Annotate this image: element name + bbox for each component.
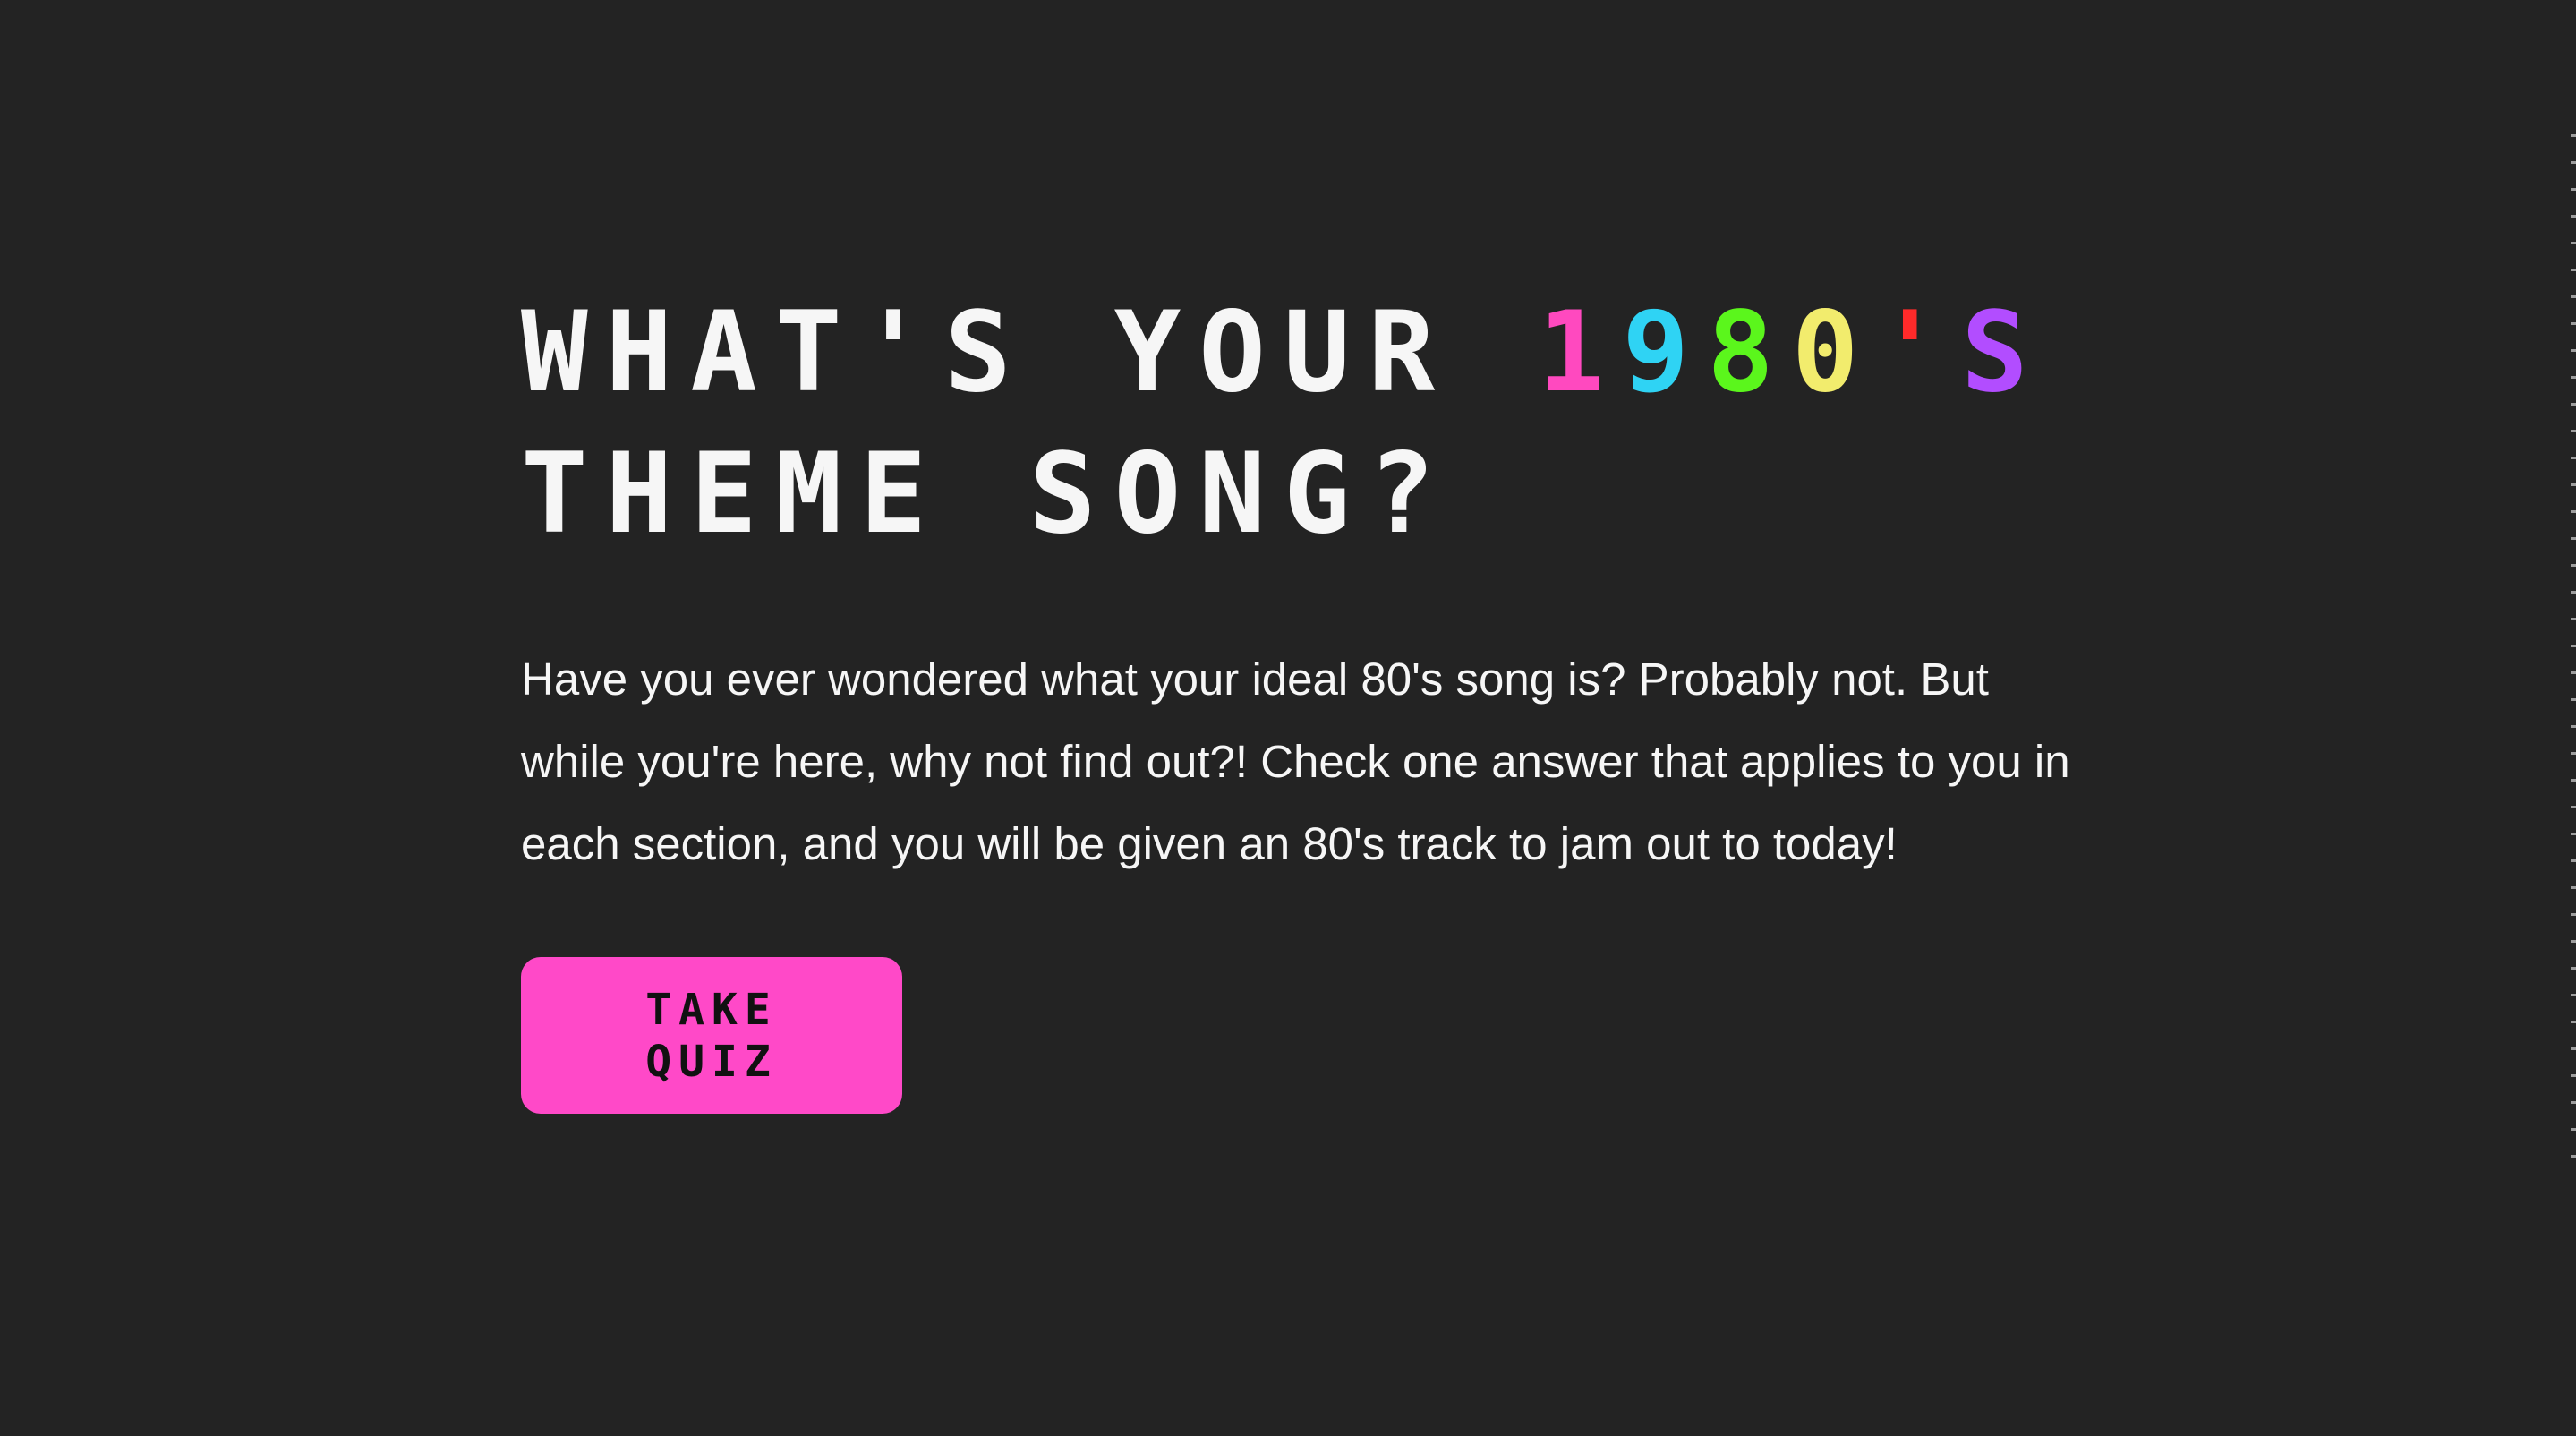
page-title: WHAT'S YOUR 1980'S THEME SONG? xyxy=(521,282,2087,565)
title-line-2: THEME SONG? xyxy=(521,430,1454,559)
title-prefix: WHAT'S YOUR xyxy=(521,288,1538,417)
title-year-apostrophe: ' xyxy=(1876,288,1962,417)
title-year-digit-0: 0 xyxy=(1791,288,1877,417)
title-year-digit-8: 8 xyxy=(1707,288,1792,417)
hero-section: WHAT'S YOUR 1980'S THEME SONG? Have you … xyxy=(521,282,2087,1114)
take-quiz-button-label: TAKE QUIZ xyxy=(645,984,778,1087)
title-year-digit-1: 1 xyxy=(1537,288,1623,417)
scrollbar-edge xyxy=(2571,134,2576,1164)
title-line-1: WHAT'S YOUR 1980'S xyxy=(521,282,2087,423)
title-year-digit-9: 9 xyxy=(1622,288,1708,417)
take-quiz-button[interactable]: TAKE QUIZ xyxy=(521,957,902,1114)
title-year-suffix: S xyxy=(1961,288,2046,417)
page: WHAT'S YOUR 1980'S THEME SONG? Have you … xyxy=(0,0,2576,1436)
intro-paragraph: Have you ever wondered what your ideal 8… xyxy=(521,654,2070,869)
